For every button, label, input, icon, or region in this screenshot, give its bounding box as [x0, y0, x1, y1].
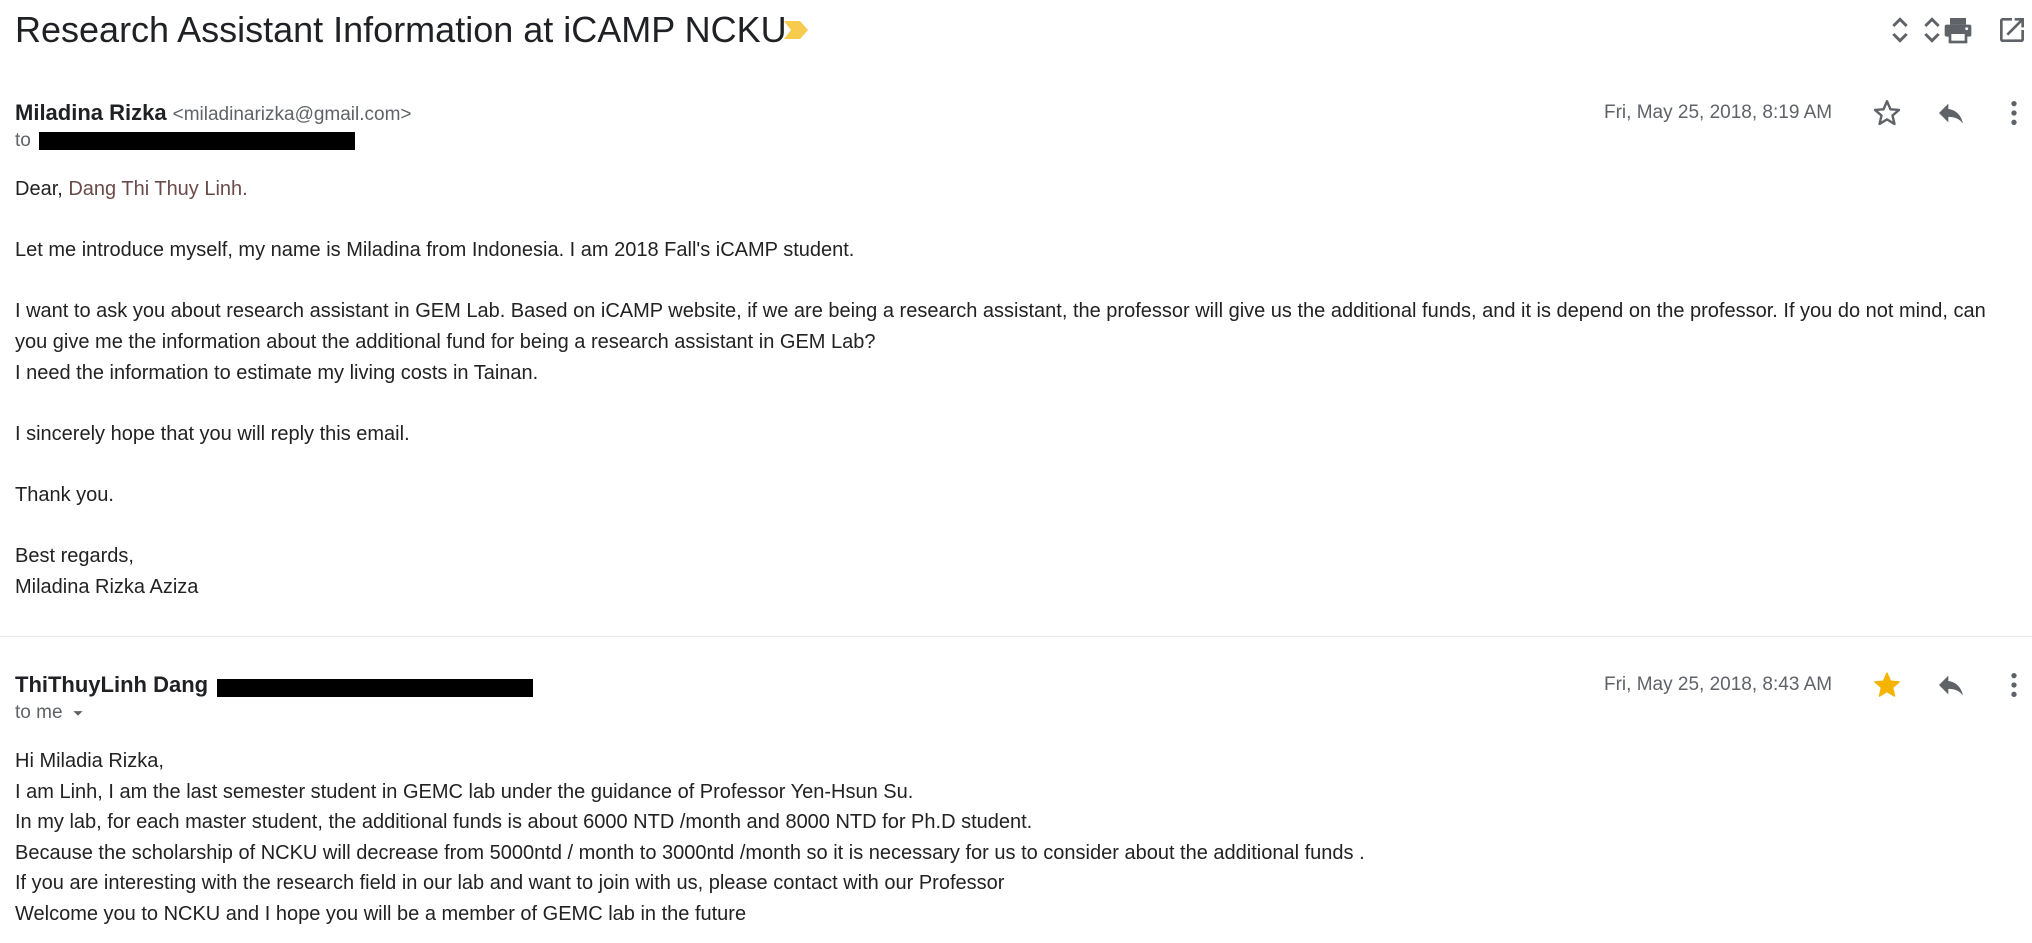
to-label: to me — [15, 702, 63, 723]
greeting-prefix: Dear, — [15, 178, 69, 200]
print-icon[interactable] — [1942, 14, 1974, 46]
redacted-sender-email — [216, 678, 533, 697]
body-paragraph: I want to ask you about research assista… — [15, 300, 1992, 353]
body-paragraph: Thank you. — [15, 483, 114, 506]
recipient-line[interactable]: to me — [15, 700, 89, 726]
greeting-name: Dang Thi Thuy Linh. — [68, 178, 248, 200]
recipient-line: to — [15, 128, 355, 154]
body-line: Hi Miladia Rizka, — [15, 750, 164, 772]
sender-name: ThiThuyLinh Dang — [15, 672, 209, 697]
message-date: Fri, May 25, 2018, 8:43 AM — [1604, 674, 1833, 695]
star-icon[interactable] — [1871, 669, 1903, 701]
body-paragraph: I sincerely hope that you will reply thi… — [15, 422, 410, 445]
body-line: Because the scholarship of NCKU will dec… — [15, 841, 1365, 864]
message-body: Hi Miladia Rizka, I am Linh, I am the la… — [15, 746, 2015, 930]
sender-email: <miladinarizka@gmail.com> — [172, 104, 412, 125]
message-divider — [0, 636, 2032, 637]
signature: Miladina Rizka Aziza — [15, 575, 199, 598]
thread-header: Research Assistant Information at iCAMP … — [0, 0, 2032, 62]
body-line: In my lab, for each master student, the … — [15, 811, 1033, 834]
more-options-icon[interactable] — [1998, 669, 2030, 701]
reply-icon[interactable] — [1935, 97, 1967, 129]
greeting: Dear, Dang Thi Thuy Linh. — [15, 174, 2015, 205]
signoff: Best regards, — [15, 545, 134, 568]
message-date: Fri, May 25, 2018, 8:19 AM — [1604, 102, 1833, 123]
email-subject: Research Assistant Information at iCAMP … — [15, 9, 787, 50]
sender-line: ThiThuyLinh Dang — [15, 668, 533, 702]
body-line: If you are interesting with the research… — [15, 872, 1005, 895]
reply-icon[interactable] — [1935, 669, 1967, 701]
body-line: Welcome you to NCKU and I hope you will … — [15, 902, 747, 925]
message-body: Dear, Dang Thi Thuy Linh. Let me introdu… — [15, 174, 2015, 602]
to-label: to — [15, 130, 31, 151]
sender-line: Miladina Rizka <miladinarizka@gmail.com> — [15, 96, 412, 130]
sender-name: Miladina Rizka — [15, 100, 167, 125]
body-paragraph: I need the information to estimate my li… — [15, 361, 539, 384]
expand-all-icon[interactable] — [1884, 14, 1916, 46]
star-icon[interactable] — [1871, 97, 1903, 129]
important-marker-icon[interactable] — [782, 20, 810, 40]
redacted-recipient — [38, 132, 355, 150]
more-options-icon[interactable] — [1998, 97, 2030, 129]
open-new-window-icon[interactable] — [1996, 14, 2028, 46]
recipient-details-dropdown-icon[interactable] — [67, 702, 89, 724]
body-line: I am Linh, I am the last semester studen… — [15, 780, 914, 803]
body-paragraph: Let me introduce myself, my name is Mila… — [15, 239, 855, 262]
